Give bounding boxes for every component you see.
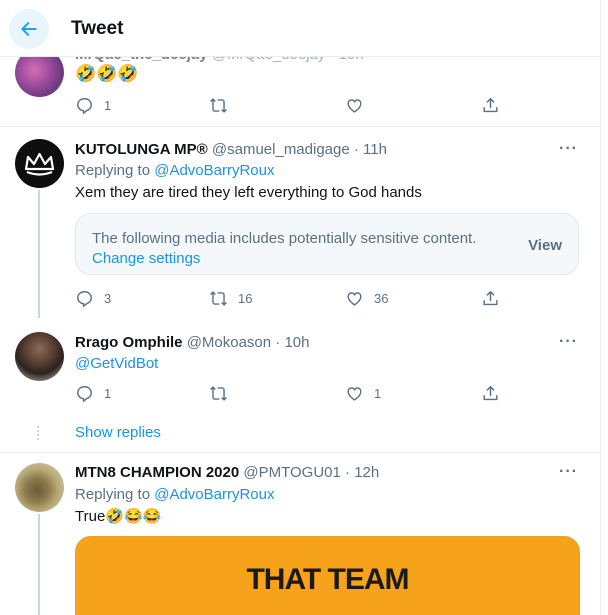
reply-icon bbox=[77, 386, 92, 403]
thread-dots bbox=[37, 424, 40, 444]
user-handle[interactable]: @Mokoason bbox=[187, 334, 271, 351]
crown-logo bbox=[24, 152, 55, 176]
tweet-text: Xem they are tired they left everything … bbox=[75, 184, 422, 201]
retweet-icon bbox=[210, 386, 227, 401]
thread-line bbox=[38, 514, 40, 615]
back-button[interactable] bbox=[9, 9, 49, 49]
reply-icon bbox=[77, 98, 92, 115]
mention-link[interactable]: @AdvoBarryRoux bbox=[154, 162, 274, 179]
replying-to: Replying to @AdvoBarryRoux bbox=[75, 162, 275, 179]
mention-link[interactable]: @GetVidBot bbox=[75, 355, 158, 372]
like-button[interactable]: 1 bbox=[345, 384, 381, 403]
retweet-button[interactable] bbox=[209, 96, 238, 115]
avatar[interactable] bbox=[15, 139, 64, 188]
reply-button[interactable]: 3 bbox=[75, 289, 111, 308]
share-button[interactable] bbox=[481, 289, 500, 308]
like-count: 1 bbox=[374, 386, 382, 401]
sensitive-message: The following media includes potentially… bbox=[92, 230, 477, 247]
tweet-time[interactable]: · 11h bbox=[354, 141, 387, 158]
user-name[interactable]: MTN8 CHAMPION 2020 bbox=[75, 464, 239, 481]
top-header: Tweet bbox=[0, 0, 600, 57]
retweet-button[interactable]: 16 bbox=[209, 289, 252, 308]
heart-icon bbox=[347, 387, 362, 401]
reply-count: 1 bbox=[104, 98, 112, 113]
share-icon bbox=[483, 385, 498, 401]
tweet-page: MrQae_the_deejay @MrQae_deejay · 10h 🤣🤣🤣… bbox=[0, 0, 600, 615]
reply-count: 3 bbox=[104, 291, 112, 306]
avatar[interactable] bbox=[15, 463, 64, 512]
tweet-actions: 1 1 bbox=[75, 384, 575, 404]
media-caption: THAT TEAM bbox=[246, 563, 409, 596]
tweet-actions: 1 bbox=[75, 96, 575, 116]
tweet-text: True🤣😂😂 bbox=[75, 508, 162, 525]
reply-button[interactable]: 1 bbox=[75, 384, 111, 403]
retweet-button[interactable] bbox=[209, 384, 238, 403]
thread-line bbox=[38, 190, 40, 318]
tweet-text: 🤣🤣🤣 bbox=[75, 64, 139, 83]
tweet-actions: 3 16 36 bbox=[75, 289, 575, 309]
like-count: 36 bbox=[374, 291, 389, 306]
divider bbox=[0, 452, 600, 453]
replying-to: Replying to @AdvoBarryRoux bbox=[75, 486, 275, 503]
share-button[interactable] bbox=[481, 384, 500, 403]
user-name[interactable]: Rrago Omphile bbox=[75, 334, 183, 351]
change-settings-link[interactable]: Change settings bbox=[92, 249, 476, 269]
page-title: Tweet bbox=[71, 18, 124, 39]
share-button[interactable] bbox=[481, 96, 500, 115]
arrow-left-icon bbox=[21, 22, 37, 36]
share-icon bbox=[483, 97, 498, 113]
user-handle[interactable]: @samuel_madigage bbox=[212, 141, 350, 158]
tweet-media[interactable]: THAT TEAM bbox=[75, 536, 580, 615]
more-options-icon[interactable]: ··· bbox=[559, 463, 578, 481]
heart-icon bbox=[347, 99, 362, 113]
retweet-icon bbox=[210, 291, 227, 306]
show-replies-link[interactable]: Show replies bbox=[75, 424, 161, 441]
avatar[interactable] bbox=[15, 332, 64, 381]
user-name[interactable]: KUTOLUNGA MP® bbox=[75, 141, 208, 158]
mention-link[interactable]: @AdvoBarryRoux bbox=[154, 486, 274, 503]
more-options-icon[interactable]: ··· bbox=[559, 333, 578, 351]
reply-icon bbox=[77, 291, 92, 308]
column-border bbox=[600, 0, 601, 615]
reply-button[interactable]: 1 bbox=[75, 96, 111, 115]
heart-icon bbox=[347, 292, 362, 306]
more-options-icon[interactable]: ··· bbox=[559, 140, 578, 158]
like-button[interactable]: 36 bbox=[345, 289, 388, 308]
user-handle[interactable]: @PMTOGU01 bbox=[243, 464, 340, 481]
tweet-time[interactable]: · 12h bbox=[345, 464, 379, 481]
retweet-count: 16 bbox=[238, 291, 253, 306]
retweet-icon bbox=[210, 98, 227, 113]
like-button[interactable] bbox=[345, 96, 374, 115]
share-icon bbox=[483, 290, 498, 306]
view-button[interactable]: View bbox=[528, 237, 562, 254]
reply-count: 1 bbox=[104, 386, 112, 401]
sensitive-media-warning: The following media includes potentially… bbox=[75, 213, 579, 275]
tweet-time[interactable]: · 10h bbox=[275, 334, 309, 351]
divider bbox=[0, 126, 600, 127]
